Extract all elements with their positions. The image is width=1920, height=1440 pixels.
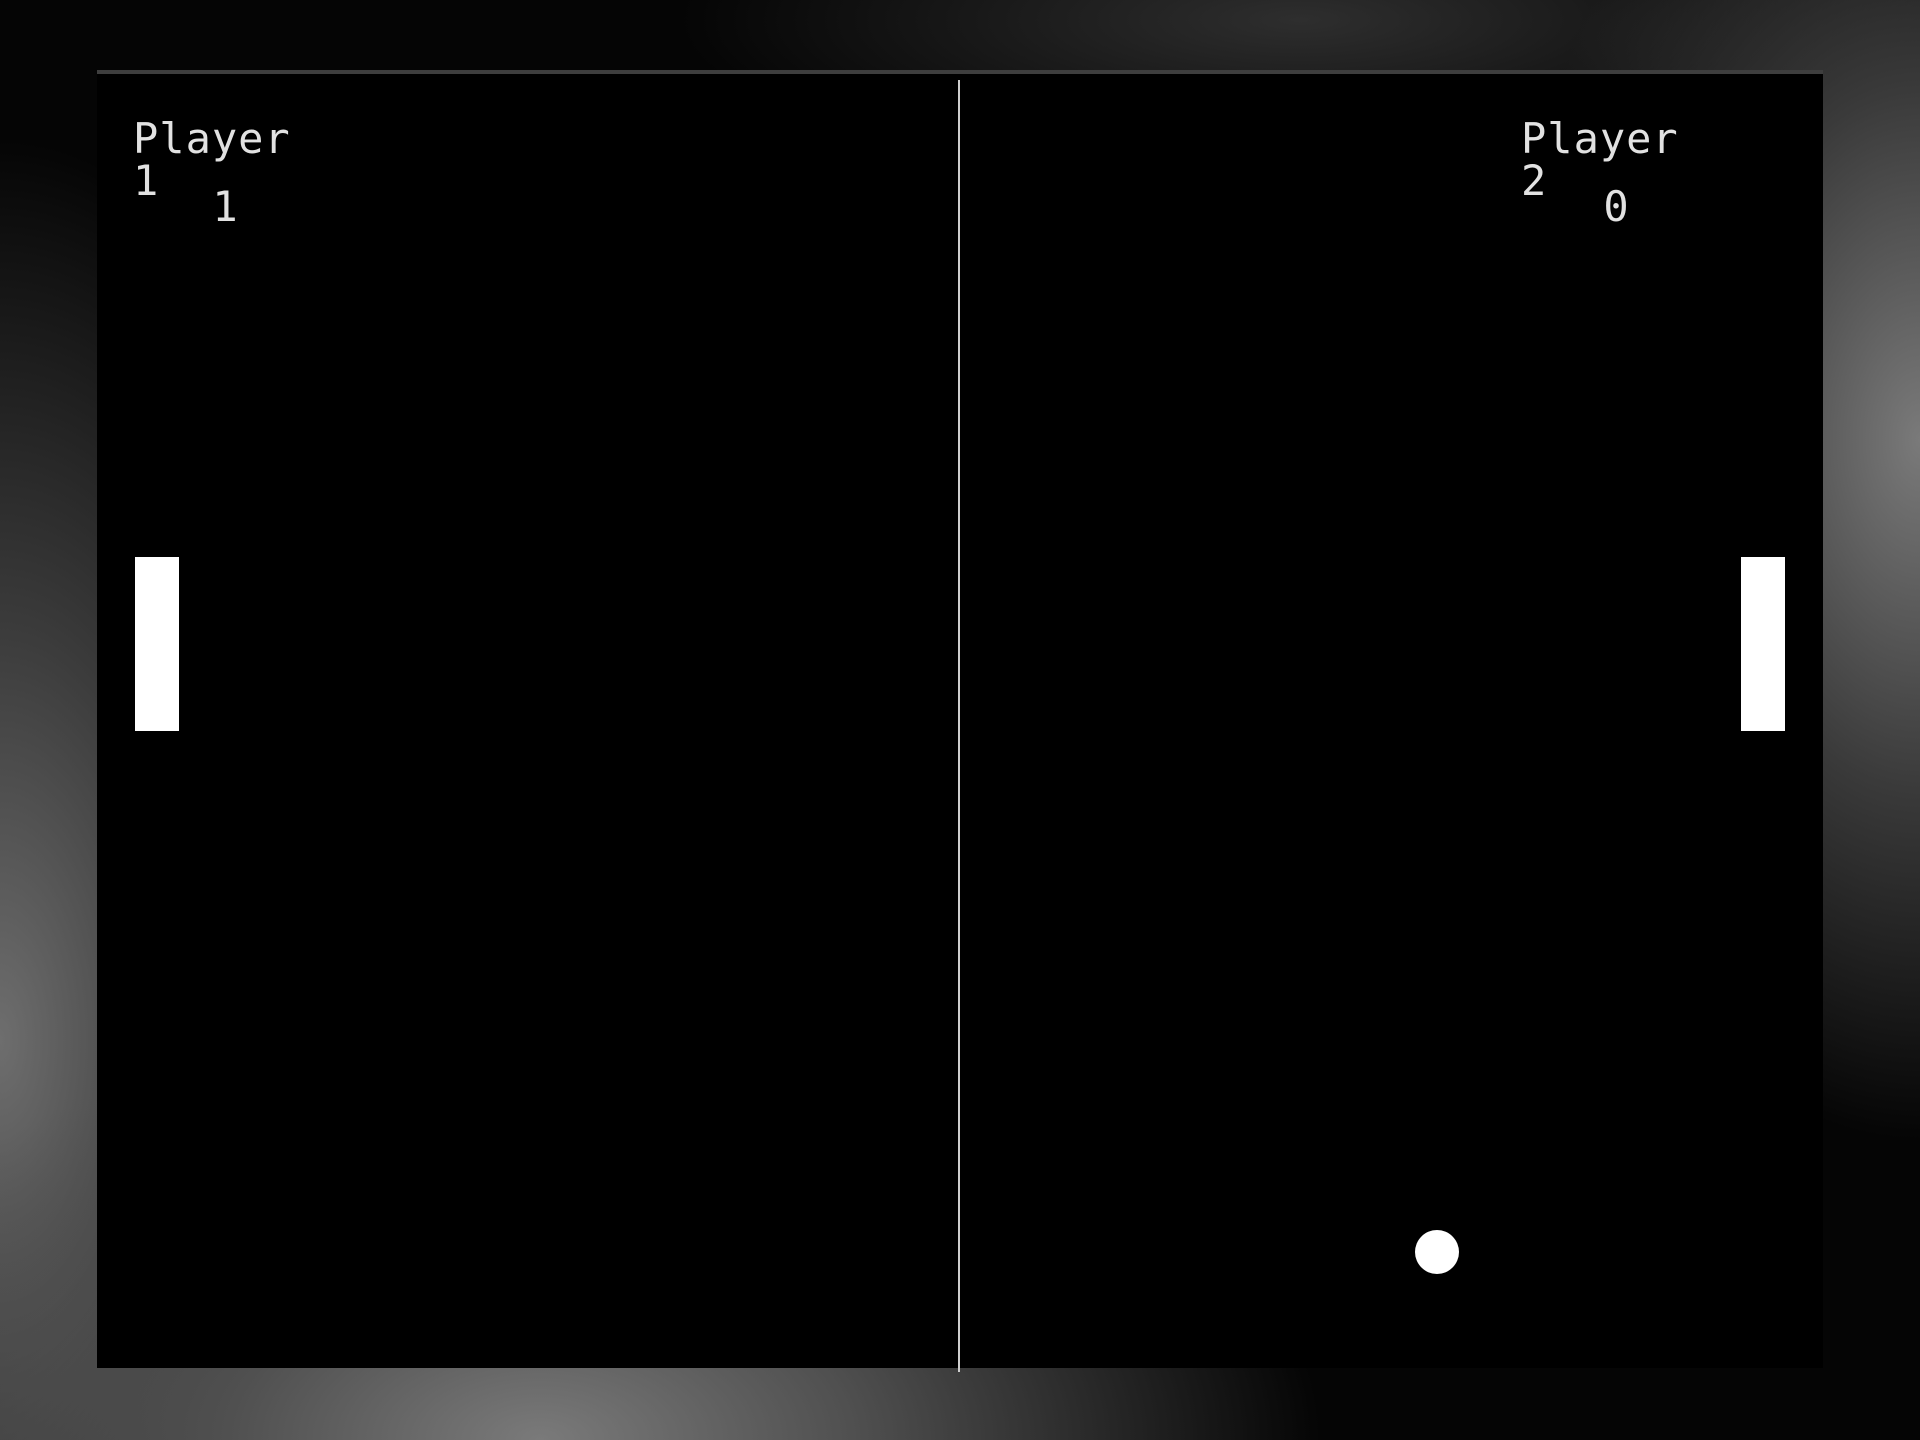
player-1-paddle[interactable] xyxy=(135,557,179,731)
ball xyxy=(1415,1230,1459,1274)
game-canvas[interactable]: Player 1 1 Player 2 0 xyxy=(97,70,1823,1372)
player-1-score: 1 xyxy=(212,182,238,231)
player-2-score: 0 xyxy=(1603,182,1629,231)
player-2-paddle[interactable] xyxy=(1741,557,1785,731)
center-net-line xyxy=(958,80,960,1372)
